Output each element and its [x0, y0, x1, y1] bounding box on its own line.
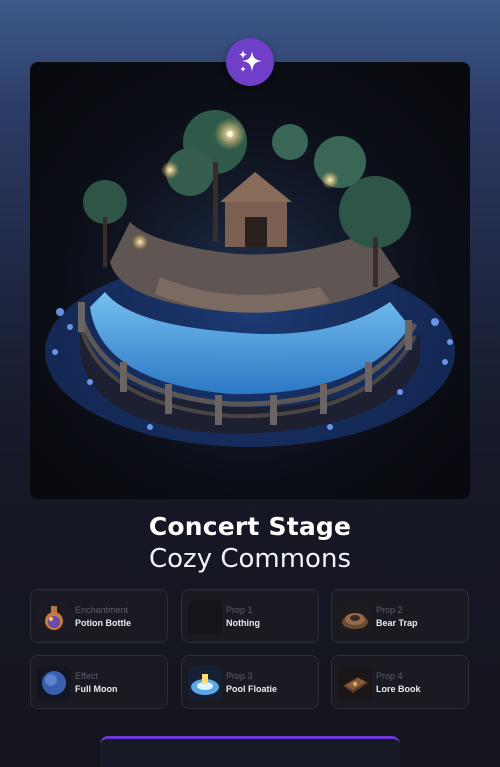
empty-slot-icon [188, 600, 222, 634]
pool-floatie-icon [188, 666, 222, 700]
slot-category: Enchantment [75, 605, 129, 615]
scene-title: Concert Stage [148, 512, 352, 541]
slot-category: Prop 3 [226, 671, 253, 681]
slot-value: Lore Book [376, 684, 421, 694]
slot-prop-1[interactable]: Prop 1 Nothing [181, 589, 319, 643]
sparkles-icon [239, 50, 262, 72]
slot-prop-2[interactable]: Prop 2 Bear Trap [331, 589, 469, 643]
full-moon-icon [37, 666, 71, 700]
bear-trap-icon [338, 600, 372, 634]
slot-effect[interactable]: Effect Full Moon [30, 655, 168, 709]
slot-category: Effect [75, 671, 98, 681]
bottom-action-bar[interactable] [100, 736, 400, 767]
slot-category: Prop 1 [226, 605, 253, 615]
slot-prop-3[interactable]: Prop 3 Pool Floatie [181, 655, 319, 709]
slot-enchantment[interactable]: Enchantment Potion Bottle [30, 589, 168, 643]
slot-category: Prop 4 [376, 671, 403, 681]
slot-value: Pool Floatie [226, 684, 278, 694]
scene-preview [30, 62, 470, 499]
scene-subtitle: Cozy Commons [148, 544, 351, 574]
lore-book-icon [338, 666, 372, 700]
slot-value: Full Moon [75, 684, 118, 694]
island-stage-diorama [30, 62, 470, 499]
slot-value: Potion Bottle [75, 618, 131, 628]
sparkles-badge [226, 38, 274, 86]
slot-prop-4[interactable]: Prop 4 Lore Book [331, 655, 469, 709]
slot-value: Nothing [226, 618, 260, 628]
slot-category: Prop 2 [376, 605, 403, 615]
slot-value: Bear Trap [376, 618, 418, 628]
potion-bottle-icon [37, 600, 71, 634]
